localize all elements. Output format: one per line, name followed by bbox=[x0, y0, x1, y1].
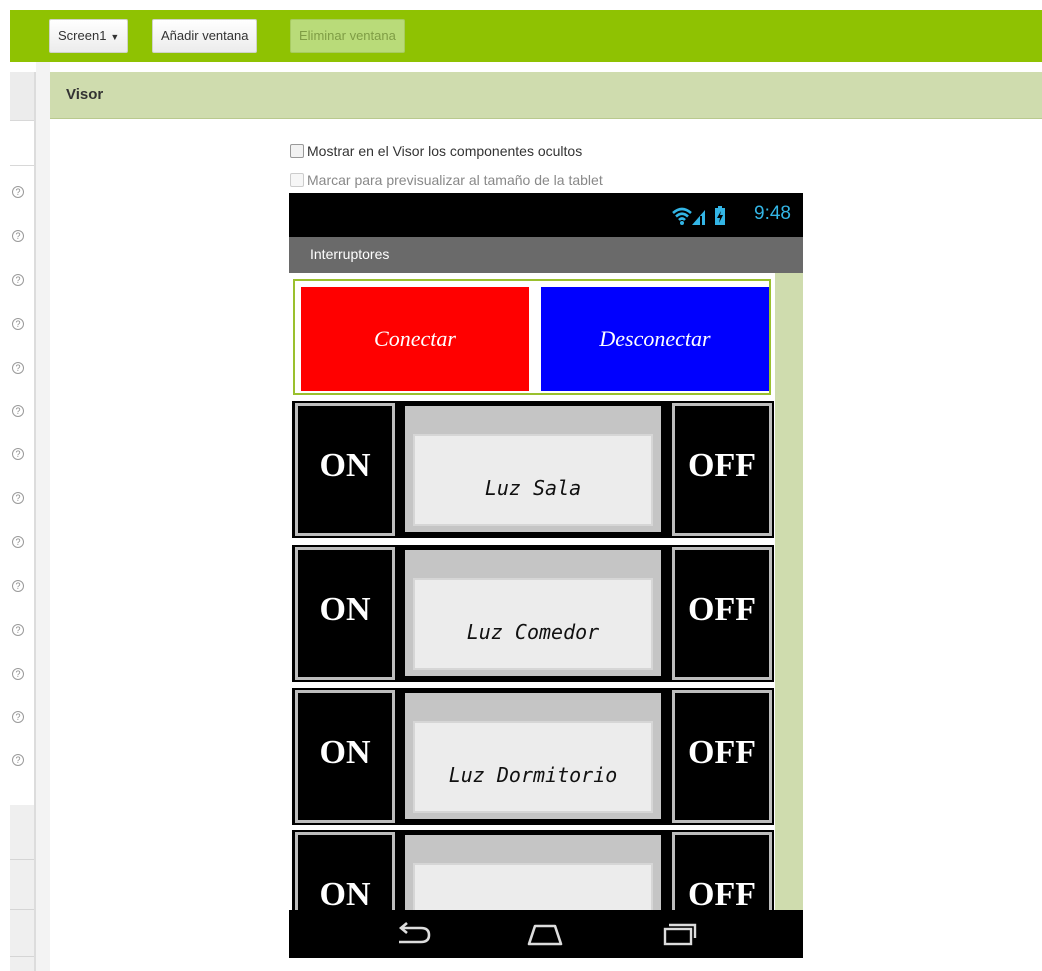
row-label-box: Luz Sala bbox=[405, 428, 661, 532]
viewer-title: Visor bbox=[66, 86, 104, 103]
disconnect-button[interactable]: Desconectar bbox=[541, 287, 769, 391]
screen-selector-label: Screen1 bbox=[58, 28, 107, 43]
screen-scrollbar[interactable] bbox=[775, 273, 803, 910]
designer-toolbar: Screen1 ▼ Añadir ventana Eliminar ventana bbox=[10, 10, 1042, 62]
help-icon[interactable]: ? bbox=[12, 711, 24, 723]
phone-screen: Conectar Desconectar ON Luz Sala OFF ON … bbox=[289, 273, 803, 910]
navigation-bar bbox=[289, 910, 803, 958]
row-top-strip bbox=[405, 693, 661, 715]
show-hidden-label: Mostrar en el Visor los componentes ocul… bbox=[307, 143, 583, 159]
help-icon[interactable]: ? bbox=[12, 318, 24, 330]
palette-separator bbox=[10, 956, 34, 957]
help-icon[interactable]: ? bbox=[12, 668, 24, 680]
help-icon[interactable]: ? bbox=[12, 362, 24, 374]
light-name-label: Luz Comedor bbox=[413, 578, 653, 670]
off-button[interactable]: OFF bbox=[672, 690, 772, 823]
palette-separator bbox=[10, 909, 34, 910]
tablet-preview-row: Marcar para previsualizar al tamaño de l… bbox=[290, 172, 603, 188]
row-label-box: Luz Dormitorio bbox=[405, 715, 661, 819]
on-button[interactable]: ON bbox=[295, 832, 395, 910]
status-time: 9:48 bbox=[754, 203, 791, 224]
help-icon[interactable]: ? bbox=[12, 274, 24, 286]
row-top-strip bbox=[405, 550, 661, 572]
help-icon[interactable]: ? bbox=[12, 448, 24, 460]
light-name-label: Luz Dormitorio bbox=[413, 721, 653, 813]
row-top-strip bbox=[405, 835, 661, 857]
connection-buttons-arrangement: Conectar Desconectar bbox=[293, 279, 771, 395]
row-top-strip bbox=[405, 406, 661, 428]
app-title: Interruptores bbox=[310, 246, 390, 262]
recent-apps-icon[interactable] bbox=[659, 920, 699, 948]
help-icon[interactable]: ? bbox=[12, 754, 24, 766]
row-label-box bbox=[405, 857, 661, 910]
chevron-down-icon: ▼ bbox=[110, 32, 120, 42]
switch-row: ON Luz Sala OFF bbox=[292, 401, 774, 538]
tablet-preview-checkbox[interactable] bbox=[290, 173, 304, 187]
home-icon[interactable] bbox=[523, 920, 567, 948]
palette-separator bbox=[10, 165, 34, 166]
tablet-preview-label: Marcar para previsualizar al tamaño de l… bbox=[307, 172, 603, 188]
on-button[interactable]: ON bbox=[295, 547, 395, 680]
palette-section-list bbox=[10, 805, 34, 971]
help-icon[interactable]: ? bbox=[12, 492, 24, 504]
show-hidden-checkbox[interactable] bbox=[290, 144, 304, 158]
help-icon[interactable]: ? bbox=[12, 624, 24, 636]
back-icon[interactable] bbox=[391, 920, 435, 948]
palette-separator bbox=[10, 859, 34, 860]
panel-divider[interactable] bbox=[36, 62, 50, 971]
help-icon[interactable]: ? bbox=[12, 536, 24, 548]
help-icon[interactable]: ? bbox=[12, 580, 24, 592]
row-label-box: Luz Comedor bbox=[405, 572, 661, 676]
help-icon[interactable]: ? bbox=[12, 186, 24, 198]
palette-header bbox=[10, 72, 34, 120]
off-button[interactable]: OFF bbox=[672, 403, 772, 536]
on-button[interactable]: ON bbox=[295, 403, 395, 536]
wifi-signal-battery-icon bbox=[672, 206, 725, 225]
help-icon[interactable]: ? bbox=[12, 405, 24, 417]
status-bar: 9:48 bbox=[289, 193, 803, 237]
light-name-label: Luz Sala bbox=[413, 434, 653, 526]
off-button[interactable]: OFF bbox=[672, 832, 772, 910]
help-icon[interactable]: ? bbox=[12, 230, 24, 242]
connect-button[interactable]: Conectar bbox=[301, 287, 529, 391]
viewer-header: Visor bbox=[50, 72, 1042, 119]
screen-selector-dropdown[interactable]: Screen1 ▼ bbox=[49, 19, 129, 53]
off-button[interactable]: OFF bbox=[672, 547, 772, 680]
switch-row: ON OFF bbox=[292, 830, 774, 910]
on-button[interactable]: ON bbox=[295, 690, 395, 823]
app-title-bar: Interruptores bbox=[289, 237, 803, 273]
phone-preview: 9:48 Interruptores Conectar Desconectar … bbox=[289, 193, 803, 958]
status-icons bbox=[671, 205, 731, 232]
switch-row: ON Luz Dormitorio OFF bbox=[292, 688, 774, 825]
remove-screen-button[interactable]: Eliminar ventana bbox=[290, 19, 405, 53]
show-hidden-row: Mostrar en el Visor los componentes ocul… bbox=[290, 143, 582, 159]
switch-row: ON Luz Comedor OFF bbox=[292, 545, 774, 682]
palette-separator bbox=[10, 120, 34, 121]
add-screen-button[interactable]: Añadir ventana bbox=[152, 19, 258, 53]
light-name-label bbox=[413, 863, 653, 910]
